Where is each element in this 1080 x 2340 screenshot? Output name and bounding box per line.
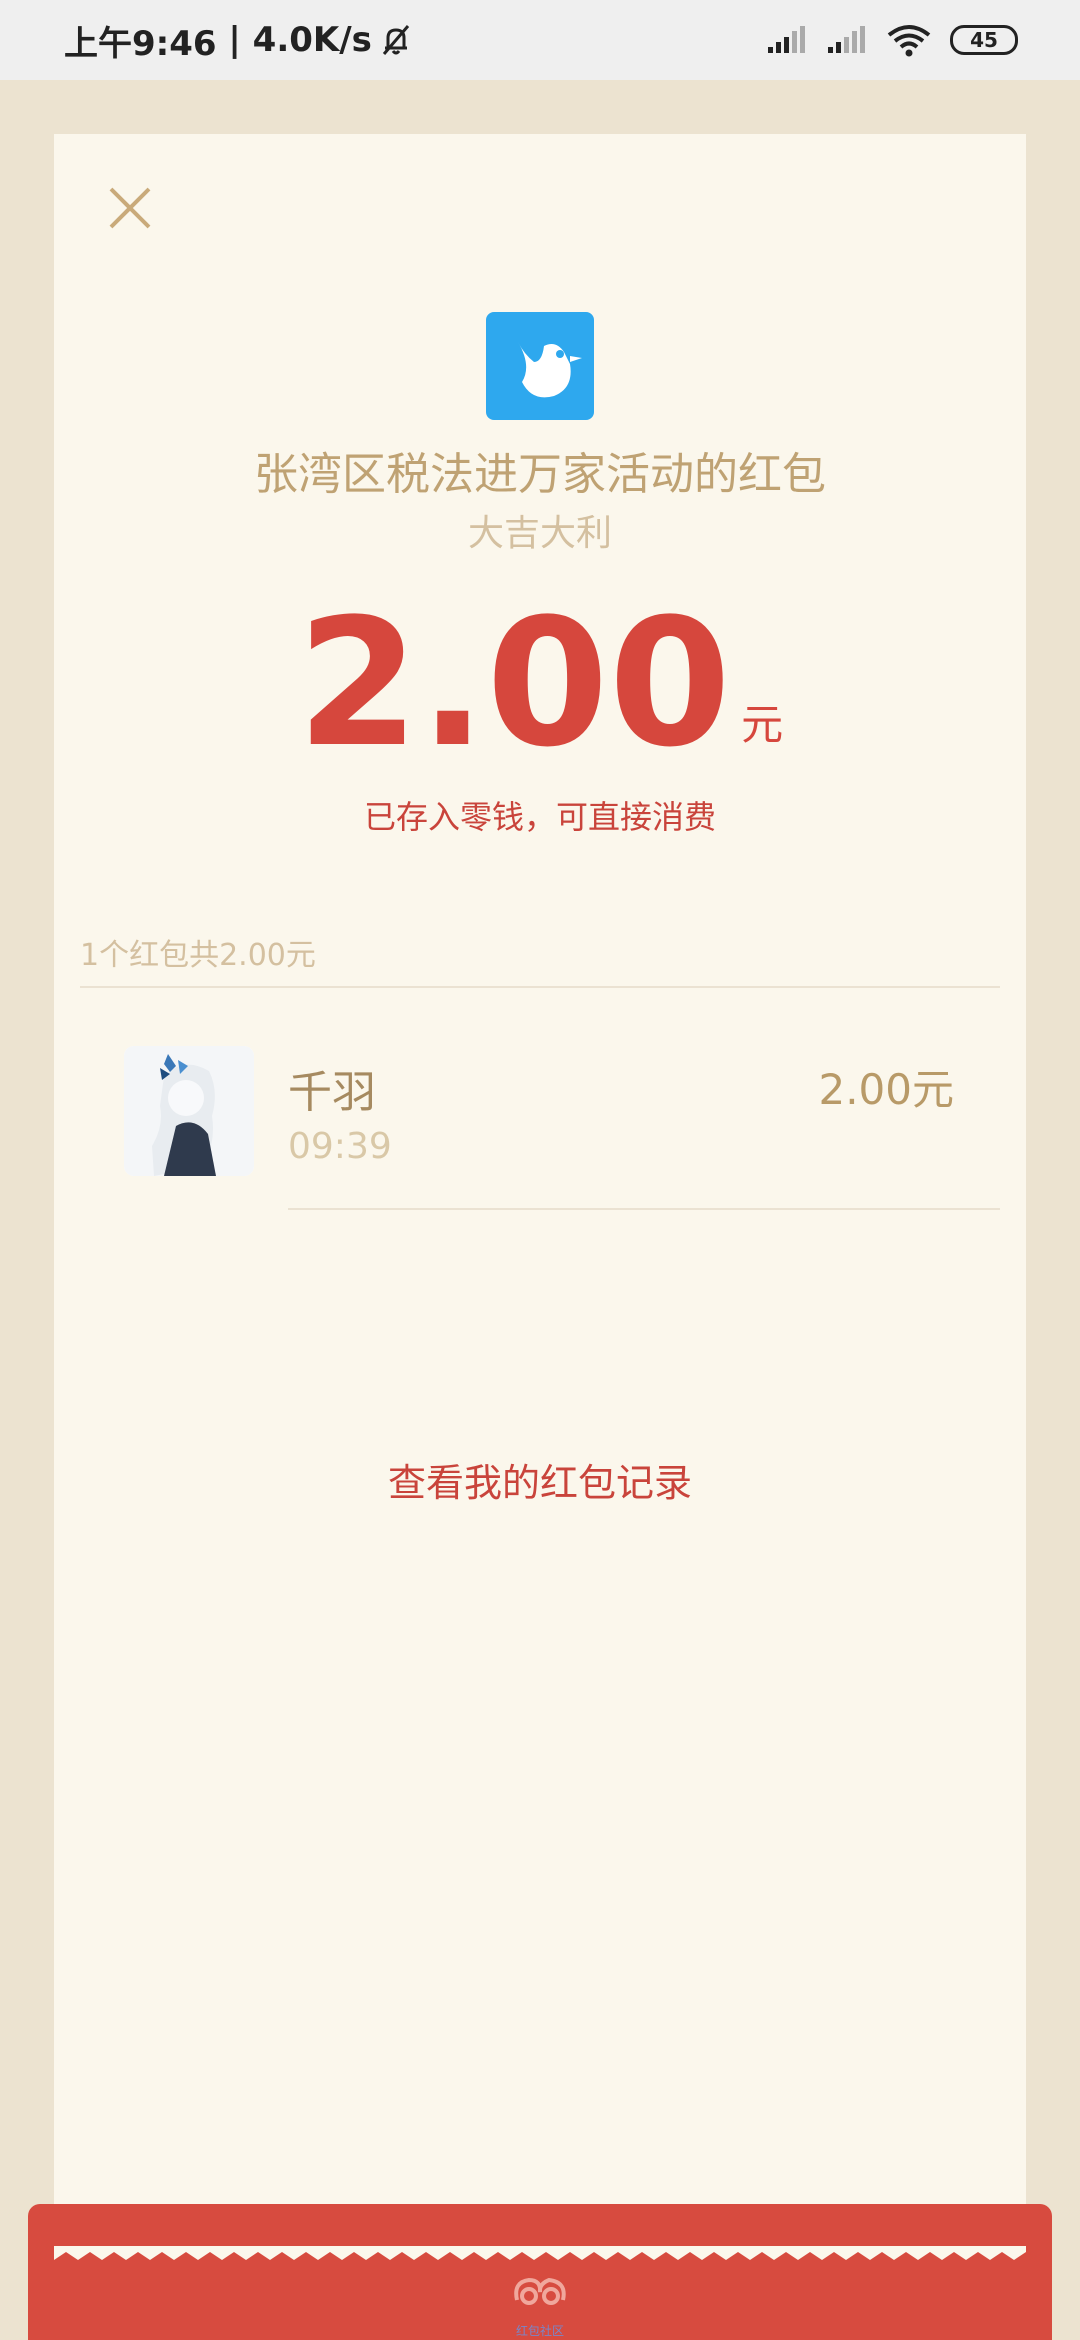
packet-greeting: 大吉大利: [467, 513, 612, 554]
status-separator: |: [216, 20, 253, 60]
status-time: 上午9:46: [64, 23, 217, 64]
amount-display: 2.00 元: [54, 581, 1026, 786]
signal-icon: [766, 25, 808, 55]
status-left: 上午9:46 | 4.0K/s: [64, 16, 414, 65]
divider: [80, 986, 1000, 988]
community-label: 红包社区: [515, 2324, 564, 2338]
close-button[interactable]: [94, 172, 166, 244]
list-item: 千羽 09:39 2.00元: [54, 1046, 1026, 1266]
record-time: 09:39: [288, 1126, 392, 1167]
zigzag-edge: [54, 2246, 1026, 2260]
status-right: 45: [766, 23, 1018, 57]
packet-title: 张湾区税法进万家活动的红包: [254, 449, 826, 500]
red-packet-card: 张湾区税法进万家活动的红包 大吉大利 2.00 元 已存入零钱，可直接消费 1个…: [54, 134, 1026, 2254]
avatar: [124, 1046, 254, 1176]
amount-value: 2.00: [296, 581, 732, 786]
mute-bell-icon: [378, 22, 414, 58]
wifi-icon: [886, 23, 932, 57]
status-bar: 上午9:46 | 4.0K/s 45: [0, 0, 1080, 80]
divider: [288, 1208, 1000, 1210]
battery-level: 45: [970, 28, 998, 52]
community-logo-icon: [514, 2277, 566, 2305]
deposit-note: 已存入零钱，可直接消费: [363, 798, 716, 836]
sender-name: 千羽: [288, 1067, 376, 1118]
record-amount: 2.00元: [818, 1065, 954, 1114]
close-icon: [109, 187, 151, 229]
packet-summary: 1个红包共2.00元: [80, 938, 316, 973]
battery-icon: 45: [950, 25, 1018, 55]
bird-logo-icon: [486, 312, 594, 420]
signal-icon: [826, 25, 868, 55]
my-records-link[interactable]: 查看我的红包记录: [54, 1452, 1026, 1507]
amount-unit: 元: [741, 700, 784, 749]
network-speed: 4.0K/s: [252, 20, 372, 60]
